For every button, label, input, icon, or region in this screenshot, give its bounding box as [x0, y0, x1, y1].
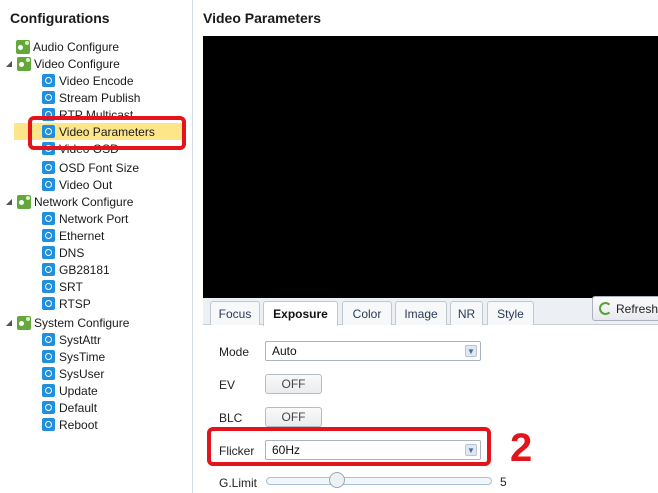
tree-item-label: Network Configure	[34, 194, 134, 209]
gear-icon	[42, 229, 55, 242]
tree-item-label: Audio Configure	[33, 39, 120, 54]
tree-item-label: OSD Font Size	[59, 160, 140, 175]
annotation-highlight-1	[28, 116, 186, 150]
gear-icon	[42, 161, 55, 174]
glimit-slider-thumb[interactable]	[329, 472, 345, 488]
ev-toggle-button[interactable]: OFF	[265, 374, 322, 394]
tree-item-rtsp[interactable]: RTSP	[42, 295, 91, 312]
tree-item-label: Video Configure	[34, 56, 120, 71]
gear-icon	[42, 246, 55, 259]
config-tree-panel: Configurations Audio Configure ◢ Video C…	[0, 0, 193, 493]
mode-value: Auto	[272, 344, 297, 358]
panel-title: Configurations	[10, 10, 110, 26]
gear-icon	[42, 74, 55, 87]
tree-item-srt[interactable]: SRT	[42, 278, 83, 295]
folder-settings-icon	[17, 56, 31, 71]
tree-item-label: System Configure	[34, 315, 130, 330]
folder-settings-icon	[16, 39, 30, 54]
tab-nr[interactable]: NR	[450, 301, 483, 325]
tree-item-label: Network Port	[59, 211, 129, 226]
tree-item-ethernet[interactable]: Ethernet	[42, 227, 104, 244]
tree-item-audio-configure[interactable]: Audio Configure	[16, 38, 119, 55]
refresh-icon	[599, 302, 612, 315]
tree-item-label: SysTime	[59, 349, 106, 364]
tree-item-sysuser[interactable]: SysUser	[42, 365, 104, 382]
tree-item-label: SystAttr	[59, 332, 102, 347]
tree-item-label: Default	[59, 400, 98, 415]
tree-item-gb28181[interactable]: GB28181	[42, 261, 110, 278]
tab-focus[interactable]: Focus	[210, 301, 260, 325]
tab-image[interactable]: Image	[395, 301, 447, 325]
gear-icon	[42, 263, 55, 276]
tree-item-label: SRT	[59, 279, 83, 294]
tree-item-label: Video Out	[59, 177, 113, 192]
tree-item-update[interactable]: Update	[42, 382, 98, 399]
tab-style[interactable]: Style	[487, 301, 534, 325]
tab-exposure[interactable]: Exposure	[263, 301, 338, 326]
mode-label: Mode	[219, 345, 250, 359]
gear-icon	[42, 333, 55, 346]
tree-item-label: GB28181	[59, 262, 110, 277]
tree-item-dns[interactable]: DNS	[42, 244, 84, 261]
tab-bar: Focus Exposure Color Image NR Style	[203, 298, 658, 326]
chevron-down-icon: ▼	[465, 345, 477, 357]
gear-icon	[42, 212, 55, 225]
tree-item-system-configure[interactable]: ◢ System Configure	[4, 314, 129, 331]
gear-icon	[42, 91, 55, 104]
expand-arrow-icon[interactable]: ◢	[4, 197, 14, 206]
tree-item-stream-publish[interactable]: Stream Publish	[42, 89, 140, 106]
gear-icon	[42, 384, 55, 397]
gear-icon	[42, 297, 55, 310]
ev-label: EV	[219, 378, 236, 392]
gear-icon	[42, 367, 55, 380]
folder-settings-icon	[17, 315, 31, 330]
tree-item-label: SysUser	[59, 366, 105, 381]
tree-item-label: Reboot	[59, 417, 98, 432]
tree-item-systime[interactable]: SysTime	[42, 348, 105, 365]
tree-item-video-encode[interactable]: Video Encode	[42, 72, 134, 89]
tree-item-label: Update	[59, 383, 98, 398]
tree-item-label: Video Encode	[59, 73, 134, 88]
expand-arrow-icon[interactable]: ◢	[4, 318, 14, 327]
folder-settings-icon	[17, 194, 31, 209]
mode-select[interactable]: Auto ▼	[265, 341, 481, 361]
refresh-label: Refresh	[616, 301, 658, 316]
gear-icon	[42, 178, 55, 191]
tab-color[interactable]: Color	[342, 301, 392, 325]
tree-item-network-configure[interactable]: ◢ Network Configure	[4, 193, 133, 210]
page-title: Video Parameters	[203, 10, 322, 26]
glimit-slider-track[interactable]	[266, 477, 492, 485]
expand-arrow-icon[interactable]: ◢	[4, 59, 14, 68]
tree-item-default[interactable]: Default	[42, 399, 97, 416]
annotation-highlight-2	[207, 427, 491, 466]
tree-item-reboot[interactable]: Reboot	[42, 416, 98, 433]
tree-item-label: Stream Publish	[59, 90, 141, 105]
tree-item-label: RTSP	[59, 296, 91, 311]
tree-item-systattr[interactable]: SystAttr	[42, 331, 101, 348]
gear-icon	[42, 280, 55, 293]
tree-item-network-port[interactable]: Network Port	[42, 210, 128, 227]
video-preview	[203, 36, 658, 298]
glimit-label: G.Limit	[219, 476, 258, 490]
gear-icon	[42, 350, 55, 363]
gear-icon	[42, 401, 55, 414]
glimit-value: 5	[500, 475, 507, 489]
refresh-button[interactable]: Refresh	[592, 296, 658, 321]
tree-item-video-out[interactable]: Video Out	[42, 176, 112, 193]
gear-icon	[42, 418, 55, 431]
tree-item-osd-font-size[interactable]: OSD Font Size	[42, 159, 139, 176]
tree-item-video-configure[interactable]: ◢ Video Configure	[4, 55, 120, 72]
blc-label: BLC	[219, 411, 243, 425]
blc-toggle-button[interactable]: OFF	[265, 407, 322, 427]
annotation-marker-2: 2	[510, 426, 533, 470]
tree-item-label: Ethernet	[59, 228, 105, 243]
tree-item-label: DNS	[59, 245, 85, 260]
